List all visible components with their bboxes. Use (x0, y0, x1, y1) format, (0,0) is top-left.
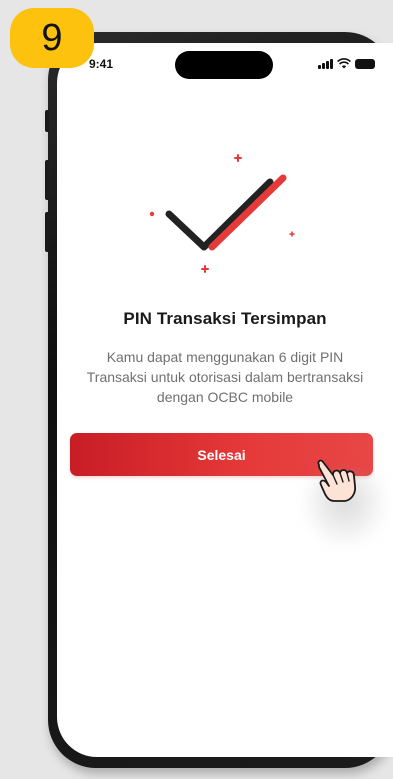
status-time: 9:41 (89, 57, 114, 71)
phone-side-button (45, 160, 49, 200)
step-badge: 9 (10, 8, 94, 68)
checkmark-icon (149, 154, 295, 273)
signal-icon (318, 59, 333, 69)
description-line: dengan OCBC mobile (156, 389, 294, 405)
dynamic-island (175, 51, 273, 79)
phone-side-button (45, 110, 49, 132)
success-description: Kamu dapat menggunakan 6 digit PIN Trans… (57, 347, 393, 407)
description-line: Kamu dapat menggunakan 6 digit PIN (106, 349, 344, 365)
status-icons (318, 57, 375, 69)
success-title: PIN Transaksi Tersimpan (123, 309, 327, 328)
wifi-icon (337, 58, 351, 69)
phone-side-button (45, 212, 49, 252)
phone-screen: 9:41 PIN Transaksi Tersimpan Kamu dapat … (57, 43, 393, 757)
description-line: Transaksi untuk otorisasi dalam bertrans… (86, 369, 364, 385)
hand-pointer-icon (317, 459, 357, 502)
battery-icon (355, 59, 375, 69)
